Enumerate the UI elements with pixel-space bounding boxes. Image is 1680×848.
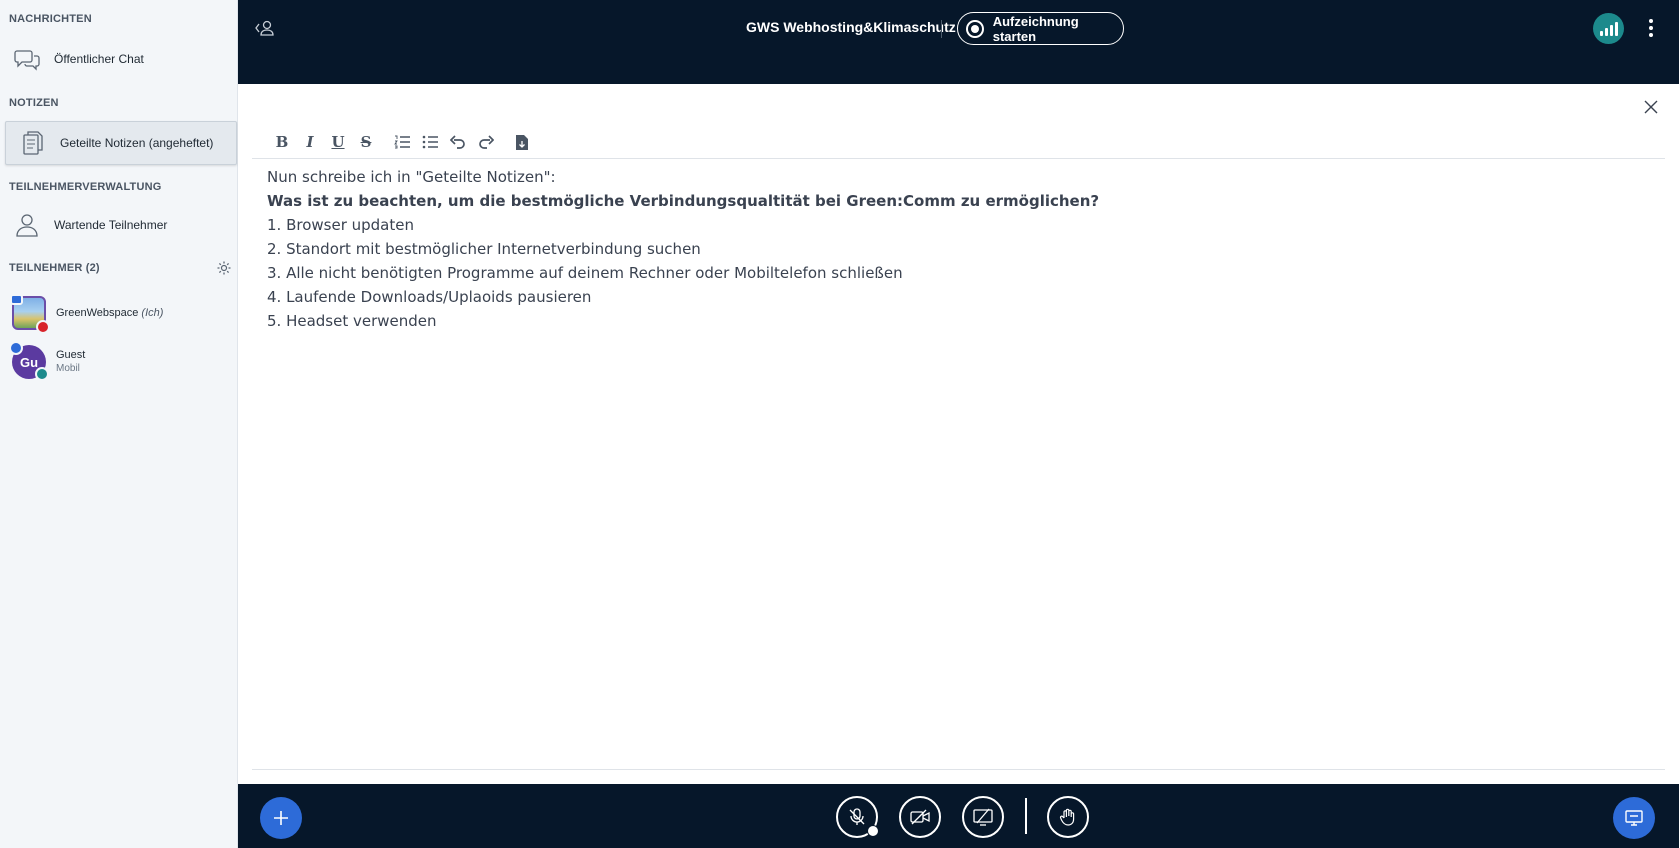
plus-icon[interactable] <box>260 797 302 839</box>
microphone-muted-icon[interactable] <box>836 796 879 838</box>
header-bar: GWS Webhosting&Klimaschutz Aufzeichnung … <box>238 0 1679 84</box>
export-icon[interactable] <box>508 129 536 155</box>
toolbar-divider <box>252 158 1665 159</box>
redo-icon[interactable] <box>472 129 500 155</box>
avatar-initials: Gu <box>19 354 39 370</box>
waiting-users-item[interactable]: Wartende Teilnehmer <box>0 205 238 245</box>
notes-line: 5. Headset verwenden <box>267 312 437 330</box>
toggle-userlist-icon[interactable] <box>253 16 277 40</box>
undo-icon[interactable] <box>444 129 472 155</box>
notes-line: Nun schreibe ich in "Geteilte Notizen": <box>267 168 556 186</box>
options-menu-icon[interactable] <box>1645 16 1657 40</box>
user-icon <box>12 210 42 240</box>
record-label: Aufzeichnung starten <box>992 13 1079 44</box>
notes-line: 3. Alle nicht benötigten Programme auf d… <box>267 264 903 282</box>
participants-section-title: TEILNEHMER (2) <box>9 262 100 274</box>
shared-notes-item[interactable]: Geteilte Notizen (angeheftet) <box>5 121 237 165</box>
participant-self-tag: (Ich) <box>141 307 164 319</box>
close-icon[interactable] <box>1642 98 1660 116</box>
controls-divider <box>1025 798 1027 834</box>
ordered-list-icon[interactable] <box>388 129 416 155</box>
notes-heading: Was ist zu beachten, um die bestmögliche… <box>267 192 1100 210</box>
avatar <box>10 294 50 334</box>
muted-icon <box>36 320 50 334</box>
bold-icon[interactable]: B <box>268 129 296 155</box>
presenter-icon <box>10 294 23 305</box>
action-bar <box>238 784 1679 848</box>
notes-line: 2. Standort mit bestmöglicher Internetve… <box>267 240 701 258</box>
chat-icon <box>12 44 42 74</box>
editor-toolbar: B I U S <box>268 129 536 155</box>
messages-section-title: NACHRICHTEN <box>9 13 92 25</box>
strikethrough-icon[interactable]: S <box>352 129 380 155</box>
notes-section-title: NOTIZEN <box>9 97 59 109</box>
underline-icon[interactable]: U <box>324 129 352 155</box>
italic-icon[interactable]: I <box>296 129 324 155</box>
participant-greenwebspace[interactable]: GreenWebspace (Ich) <box>10 293 232 334</box>
public-chat-label: Öffentlicher Chat <box>54 52 144 66</box>
record-icon <box>966 19 984 38</box>
participant-name: GreenWebspace <box>56 307 139 319</box>
meeting-title: GWS Webhosting&Klimaschutz <box>746 19 956 35</box>
notes-line: 1. Browser updaten <box>267 216 414 234</box>
audio-options-icon[interactable] <box>867 825 879 837</box>
sidebar: NACHRICHTEN Öffentlicher Chat NOTIZEN Ge… <box>0 0 238 848</box>
notes-icon <box>18 128 48 158</box>
notes-editor[interactable]: Nun schreibe ich in "Geteilte Notizen": … <box>267 165 1099 333</box>
raise-hand-icon[interactable] <box>1047 796 1089 838</box>
editor-bottom-divider <box>252 769 1665 770</box>
settings-gear-icon[interactable] <box>216 260 232 276</box>
participant-device: Mobil <box>56 363 80 374</box>
avatar: Gu <box>9 341 49 381</box>
presentation-icon[interactable] <box>1613 797 1655 839</box>
waiting-users-label: Wartende Teilnehmer <box>54 218 168 232</box>
notes-line: 4. Laufende Downloads/Uplaoids pausieren <box>267 288 592 306</box>
public-chat-item[interactable]: Öffentlicher Chat <box>0 39 238 79</box>
start-recording-button[interactable]: Aufzeichnung starten <box>957 12 1124 45</box>
headset-icon <box>35 367 49 381</box>
header-divider <box>941 20 942 38</box>
pencil-icon <box>9 341 23 355</box>
management-section-title: TEILNEHMERVERWALTUNG <box>9 181 162 193</box>
shared-notes-label: Geteilte Notizen (angeheftet) <box>60 136 214 150</box>
connection-status-icon[interactable] <box>1593 13 1624 44</box>
participant-guest[interactable]: Gu Guest Mobil <box>9 341 232 382</box>
screenshare-off-icon[interactable] <box>962 796 1004 838</box>
shared-notes-panel: B I U S Nun schreibe ich in "Geteilte No… <box>238 84 1679 784</box>
participant-name: Guest <box>56 349 86 361</box>
bullet-list-icon[interactable] <box>416 129 444 155</box>
camera-off-icon[interactable] <box>899 796 941 838</box>
